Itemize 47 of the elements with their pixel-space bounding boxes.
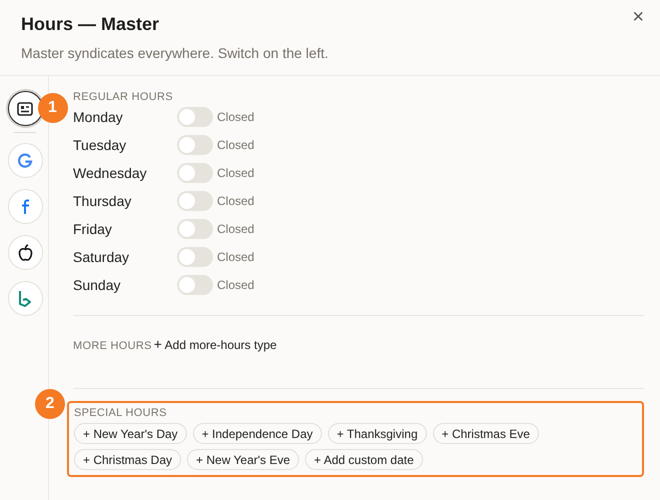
dialog-subtitle: Master syndicates everywhere. Switch on the left. — [21, 45, 328, 61]
b-letter-icon — [18, 290, 32, 307]
holiday-chip[interactable]: + New Year's Eve — [187, 449, 300, 470]
section-heading: SPECIAL HOURS — [74, 407, 168, 419]
status-label: Closed — [217, 194, 254, 208]
google-channel-button[interactable] — [8, 143, 42, 178]
master-channel-button[interactable] — [8, 91, 42, 126]
status-label: Closed — [217, 110, 254, 124]
close-button[interactable]: × — [628, 4, 648, 31]
apple-icon — [18, 244, 32, 261]
dialog-title: Hours — Master — [21, 14, 160, 35]
day-toggle[interactable] — [177, 135, 213, 155]
add-more-hours-link[interactable]: + Add more-hours type — [152, 336, 277, 352]
bing-channel-button[interactable] — [8, 281, 42, 316]
section-heading: REGULAR HOURS — [73, 91, 174, 103]
day-label: Tuesday — [73, 137, 128, 153]
status-label: Closed — [217, 250, 254, 264]
apple-channel-button[interactable] — [8, 235, 42, 270]
status-label: Closed — [217, 138, 254, 152]
id-card-icon — [17, 102, 33, 116]
day-toggle[interactable] — [177, 275, 213, 295]
callout-badge: 1 — [38, 93, 68, 123]
status-label: Closed — [217, 278, 254, 292]
holiday-chip[interactable]: + New Year's Day — [74, 423, 187, 444]
status-label: Closed — [217, 166, 254, 180]
holiday-chip[interactable]: + Christmas Eve — [432, 423, 539, 444]
day-toggle[interactable] — [177, 219, 213, 239]
f-letter-icon — [19, 198, 31, 215]
holiday-chip[interactable]: + Add custom date — [305, 449, 423, 470]
holiday-chip[interactable]: + Thanksgiving — [328, 423, 427, 444]
day-label: Friday — [73, 221, 113, 237]
day-label: Sunday — [73, 277, 122, 293]
holiday-chip[interactable]: + Independence Day — [192, 423, 322, 444]
holiday-chip[interactable]: + Christmas Day — [74, 449, 182, 470]
day-label: Monday — [73, 109, 124, 125]
day-toggle[interactable] — [177, 191, 213, 211]
facebook-channel-button[interactable] — [8, 189, 42, 224]
status-label: Closed — [217, 222, 254, 236]
section-heading: MORE HOURS — [73, 340, 152, 352]
day-label: Thursday — [73, 193, 132, 209]
callout-badge: 2 — [35, 389, 65, 419]
day-label: Saturday — [73, 249, 130, 265]
day-label: Wednesday — [73, 165, 148, 181]
day-toggle[interactable] — [177, 107, 213, 127]
day-toggle[interactable] — [177, 247, 213, 267]
day-toggle[interactable] — [177, 163, 213, 183]
g-letter-icon — [17, 152, 33, 168]
